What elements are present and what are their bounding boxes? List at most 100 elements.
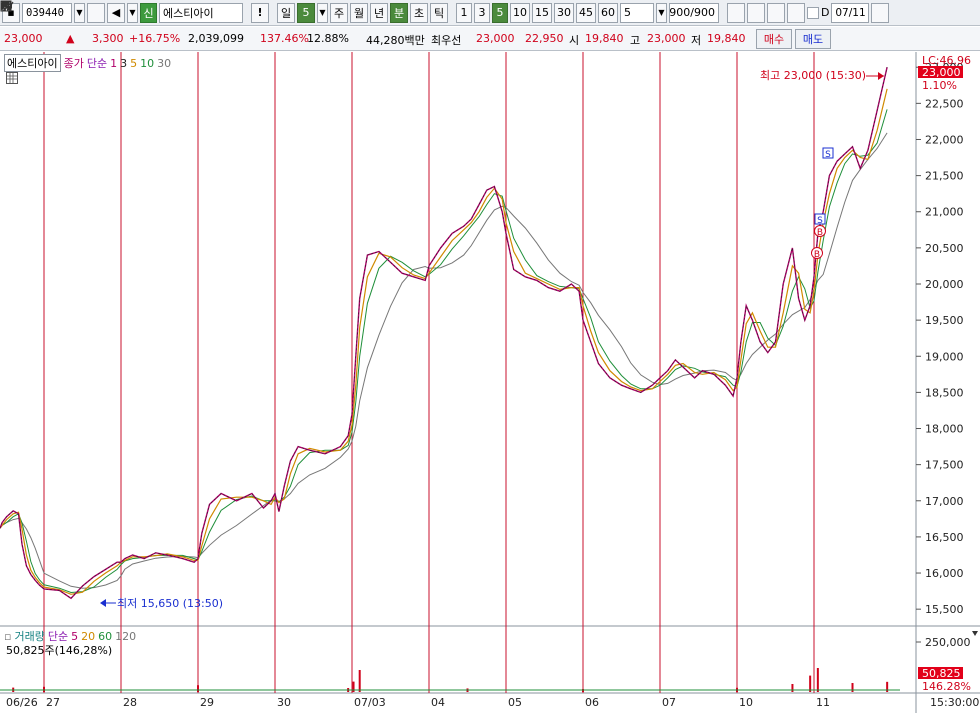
chart-area[interactable]: 15,500 16,000 16,500 17,000 17,500 18,000 18,5… (0, 52, 980, 713)
price-change-percent: +16.75% (129, 32, 181, 45)
session-high-annotation: 최고 23,000 (15:30) (760, 69, 866, 82)
price-legend-ma10: 10 (140, 56, 155, 70)
time-axis-label: 04 (431, 696, 445, 709)
date-input[interactable]: 07/11 (831, 2, 870, 23)
volume-legend-box-icon: ▫ (4, 629, 12, 643)
volume-bar (358, 670, 361, 692)
volume-current: 50,825주(146,28%) (6, 644, 113, 657)
volume-legend-ma120: 120 (115, 629, 137, 643)
period-month-button[interactable]: 월 (350, 2, 368, 23)
price-legend-ma1: 1 (110, 56, 118, 70)
calendar-icon[interactable] (0, 1, 890, 23)
stock-code-dropdown-icon[interactable]: ▼ (74, 2, 85, 23)
svg-text:B: B (817, 228, 823, 238)
svg-text:B: B (814, 250, 820, 260)
period-second-button[interactable]: 초 (410, 2, 428, 23)
sell-signal-icon: S (822, 147, 834, 160)
search-icon[interactable] (0, 0, 105, 23)
time-axis-label: 05 (508, 696, 522, 709)
change-arrow-icon: ▲ (66, 32, 75, 45)
volume-legend-ma20: 20 (81, 629, 96, 643)
price-axis-label: 17,000 (925, 495, 964, 508)
custom-interval-dropdown-icon[interactable]: ▼ (656, 2, 667, 23)
price-legend-name[interactable]: 에스티아이 (4, 54, 61, 72)
price-axis-label: 20,500 (925, 242, 964, 255)
time-axis-label: 27 (46, 696, 60, 709)
interval-1-button[interactable]: 1 (456, 2, 472, 23)
priority-label: 최우선 (431, 34, 462, 47)
price-legend: 에스티아이 종가 단순 1 3 5 10 30 (4, 54, 171, 72)
speaker-dropdown-icon[interactable]: ▼ (127, 2, 138, 23)
buy-button[interactable]: 매수 (756, 29, 792, 49)
period-tick-button[interactable]: 틱 (430, 2, 448, 23)
price-axis-label: 22,500 (925, 97, 964, 110)
interval-5-button[interactable]: 5 (492, 2, 508, 23)
time-axis-label: 10 (739, 696, 753, 709)
data-count-field[interactable]: 900/900 (669, 2, 719, 23)
period-year-button[interactable]: 년 (370, 2, 388, 23)
high-label: 고 (630, 34, 641, 47)
trade-volume: 2,039,099 (188, 32, 244, 45)
turnover-rate: 12.88% (307, 32, 349, 45)
sell-signal-icon: S (814, 213, 826, 226)
volume-bar (851, 683, 854, 692)
price-axis-label: 17,500 (925, 459, 964, 472)
price-legend-series: 종가 (63, 57, 84, 70)
price-axis-label: 19,000 (925, 350, 964, 363)
price-axis-label: 16,500 (925, 531, 964, 544)
draw-tools-icon[interactable] (0, 1, 765, 23)
speaker-icon[interactable]: ◀ (107, 2, 125, 23)
price-axis-label: 18,000 (925, 423, 964, 436)
last-volume-percent-label: 146.28% (922, 680, 971, 693)
price-legend-ma5: 5 (130, 56, 138, 70)
interval-45-button[interactable]: 45 (576, 2, 596, 23)
end-time-label: 15:30:00 (930, 696, 979, 709)
trade-amount: 44,280백만 (366, 34, 425, 47)
alert-button[interactable]: ! (251, 2, 269, 23)
open-label: 시 (569, 34, 580, 47)
open-price: 19,840 (585, 32, 624, 45)
period-day-button[interactable]: 일 (277, 2, 295, 23)
date-checkbox-label: D (821, 6, 830, 19)
interval-60-button[interactable]: 60 (598, 2, 618, 23)
price-axis-label: 16,000 (925, 567, 964, 580)
best-bid: 22,950 (525, 32, 564, 45)
interval-15-button[interactable]: 15 (532, 2, 552, 23)
price-axis-label: 18,500 (925, 386, 964, 399)
interval-30-button[interactable]: 30 (554, 2, 574, 23)
time-axis-label: 30 (277, 696, 291, 709)
volume-bar (816, 668, 819, 692)
sell-button[interactable]: 매도 (795, 29, 831, 49)
custom-interval-input[interactable]: 5 (620, 2, 654, 23)
volume-legend-ma60: 60 (98, 629, 113, 643)
period-minute-button[interactable]: 분 (390, 2, 408, 23)
interval-10-button[interactable]: 10 (510, 2, 530, 23)
price-change: 3,300 (92, 32, 124, 45)
period-week-button[interactable]: 주 (330, 2, 348, 23)
price-axis-label: 20,000 (925, 278, 964, 291)
volume-bar (791, 684, 794, 692)
svg-text:S: S (825, 150, 831, 160)
stock-name-field[interactable]: 에스티아이 (159, 2, 243, 23)
price-axis-label: 22,000 (925, 133, 964, 146)
period-dropdown-icon[interactable]: ▼ (317, 2, 328, 23)
low-label: 저 (691, 34, 702, 47)
volume-axis: 250,000 (916, 636, 971, 649)
interval-3-button[interactable]: 3 (474, 2, 490, 23)
current-price: 23,000 (4, 32, 43, 45)
time-axis-label: 06 (585, 696, 599, 709)
volume-legend-ma5: 5 (71, 629, 79, 643)
date-checkbox[interactable] (807, 6, 819, 19)
price-axis-label: 21,000 (925, 206, 964, 219)
grid-toggle-icon[interactable] (6, 72, 18, 84)
gear-icon[interactable] (1, 1, 805, 23)
price-axis-label: 21,500 (925, 170, 964, 183)
time-axis-label: 28 (123, 696, 137, 709)
period-day-count[interactable]: 5 (297, 2, 315, 23)
candle-tools-icon[interactable] (1, 1, 745, 23)
toolbar: ▪ 039440 ▼ ◀ ▼ 신 에스티아이 ! 일 5 ▼ 주 월 년 분 초… (0, 0, 980, 26)
stock-code-input[interactable]: 039440 (22, 2, 72, 23)
time-axis-label: 29 (200, 696, 214, 709)
price-volume-chart[interactable]: 15,500 16,000 16,500 17,000 17,500 18,000 18,5… (0, 52, 980, 713)
save-icon[interactable] (0, 0, 785, 23)
